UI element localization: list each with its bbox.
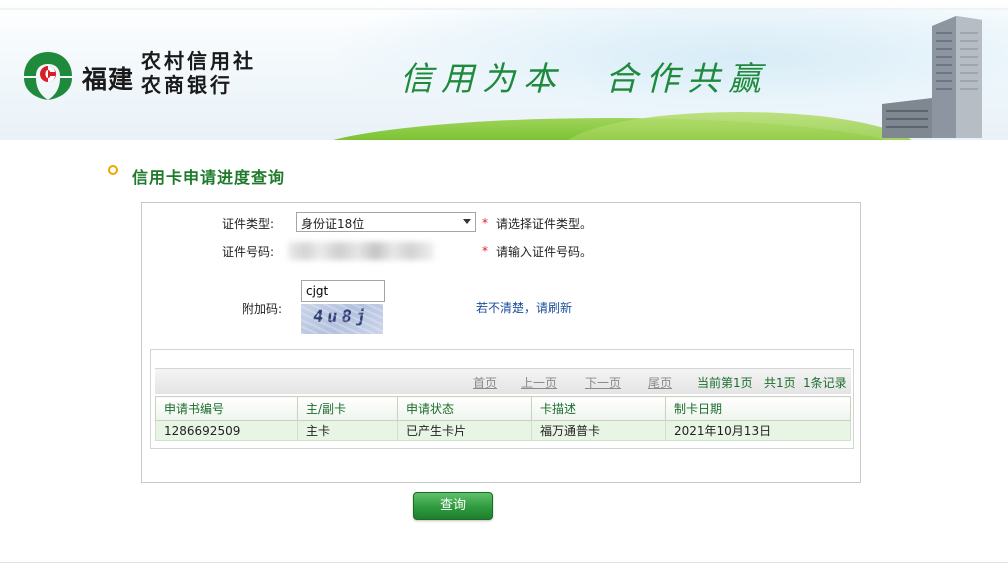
slogan-right: 合作共赢 bbox=[605, 59, 769, 98]
results-box: 首页 上一页 下一页 尾页 当前第1页 共1页 1条记录 申请书编号 主/副卡 … bbox=[150, 349, 854, 449]
pager-bar: 首页 上一页 下一页 尾页 当前第1页 共1页 1条记录 bbox=[155, 368, 851, 394]
pager-total-records: 1条记录 bbox=[803, 376, 847, 390]
page-title: 信用卡申请进度查询 bbox=[132, 168, 286, 187]
captcha-label: 附加码: bbox=[242, 302, 283, 316]
cell-application-no: 1286692509 bbox=[155, 420, 298, 441]
cell-card-desc: 福万通普卡 bbox=[531, 420, 666, 441]
header-banner: 福建 农村信用社 农商银行 信用为本 合作共赢 bbox=[0, 0, 1008, 140]
chevron-down-icon bbox=[463, 219, 471, 224]
captcha-input[interactable] bbox=[301, 280, 385, 302]
query-button[interactable]: 查询 bbox=[413, 492, 493, 520]
id-number-field-redacted[interactable] bbox=[288, 242, 434, 260]
required-mark: * bbox=[482, 244, 488, 258]
captcha-refresh-link[interactable]: 若不清楚，请刷新 bbox=[476, 299, 572, 316]
id-type-label: 证件类型: bbox=[222, 217, 275, 231]
brand-name-fujian: 福建 bbox=[82, 65, 135, 94]
query-form-panel: 证件类型: 身份证18位 * 请选择证件类型。 证件号码: * 请输入证件号码。… bbox=[141, 202, 861, 483]
footer-divider bbox=[0, 562, 1008, 563]
col-header-status: 申请状态 bbox=[397, 396, 532, 421]
table-row: 1286692509 主卡 已产生卡片 福万通普卡 2021年10月13日 bbox=[155, 420, 851, 441]
id-type-select[interactable]: 身份证18位 bbox=[296, 212, 476, 232]
slogan-left: 信用为本 bbox=[400, 59, 564, 98]
bullet-icon bbox=[108, 165, 118, 175]
cell-status: 已产生卡片 bbox=[397, 420, 532, 441]
bank-logo-icon bbox=[24, 52, 72, 100]
id-type-hint: 请选择证件类型。 bbox=[496, 217, 593, 231]
results-table: 申请书编号 主/副卡 申请状态 卡描述 制卡日期 1286692509 主卡 已… bbox=[155, 396, 851, 441]
page: 福建 农村信用社 农商银行 信用为本 合作共赢 信用卡申请进度查询 证件类型: … bbox=[0, 0, 1008, 567]
captcha-noise bbox=[301, 304, 383, 334]
col-header-issue-date: 制卡日期 bbox=[665, 396, 851, 421]
cell-issue-date: 2021年10月13日 bbox=[665, 420, 851, 441]
pager-first-link[interactable]: 首页 bbox=[473, 374, 497, 391]
brand-line-2: 农商银行 bbox=[141, 73, 233, 97]
pager-next-link[interactable]: 下一页 bbox=[585, 374, 621, 391]
id-number-label: 证件号码: bbox=[222, 245, 275, 259]
id-number-hint: 请输入证件号码。 bbox=[496, 245, 593, 259]
section-heading: 信用卡申请进度查询 bbox=[108, 164, 285, 188]
cell-card-type: 主卡 bbox=[297, 420, 398, 441]
brand-name-lines: 农村信用社 农商银行 bbox=[141, 49, 256, 97]
required-mark: * bbox=[482, 216, 488, 230]
captcha-image[interactable]: 4u8j bbox=[301, 304, 383, 334]
col-header-card-desc: 卡描述 bbox=[531, 396, 666, 421]
brand-line-1: 农村信用社 bbox=[141, 49, 256, 73]
pager-prev-link[interactable]: 上一页 bbox=[521, 374, 557, 391]
col-header-application-no: 申请书编号 bbox=[155, 396, 298, 421]
table-header-row: 申请书编号 主/副卡 申请状态 卡描述 制卡日期 bbox=[155, 396, 851, 421]
col-header-card-type: 主/副卡 bbox=[297, 396, 398, 421]
pager-current-page: 当前第1页 bbox=[697, 376, 753, 390]
id-type-selected-value: 身份证18位 bbox=[301, 217, 365, 231]
building-icon bbox=[882, 16, 982, 138]
pager-last-link[interactable]: 尾页 bbox=[648, 374, 672, 391]
pager-total-pages: 共1页 bbox=[764, 376, 796, 390]
